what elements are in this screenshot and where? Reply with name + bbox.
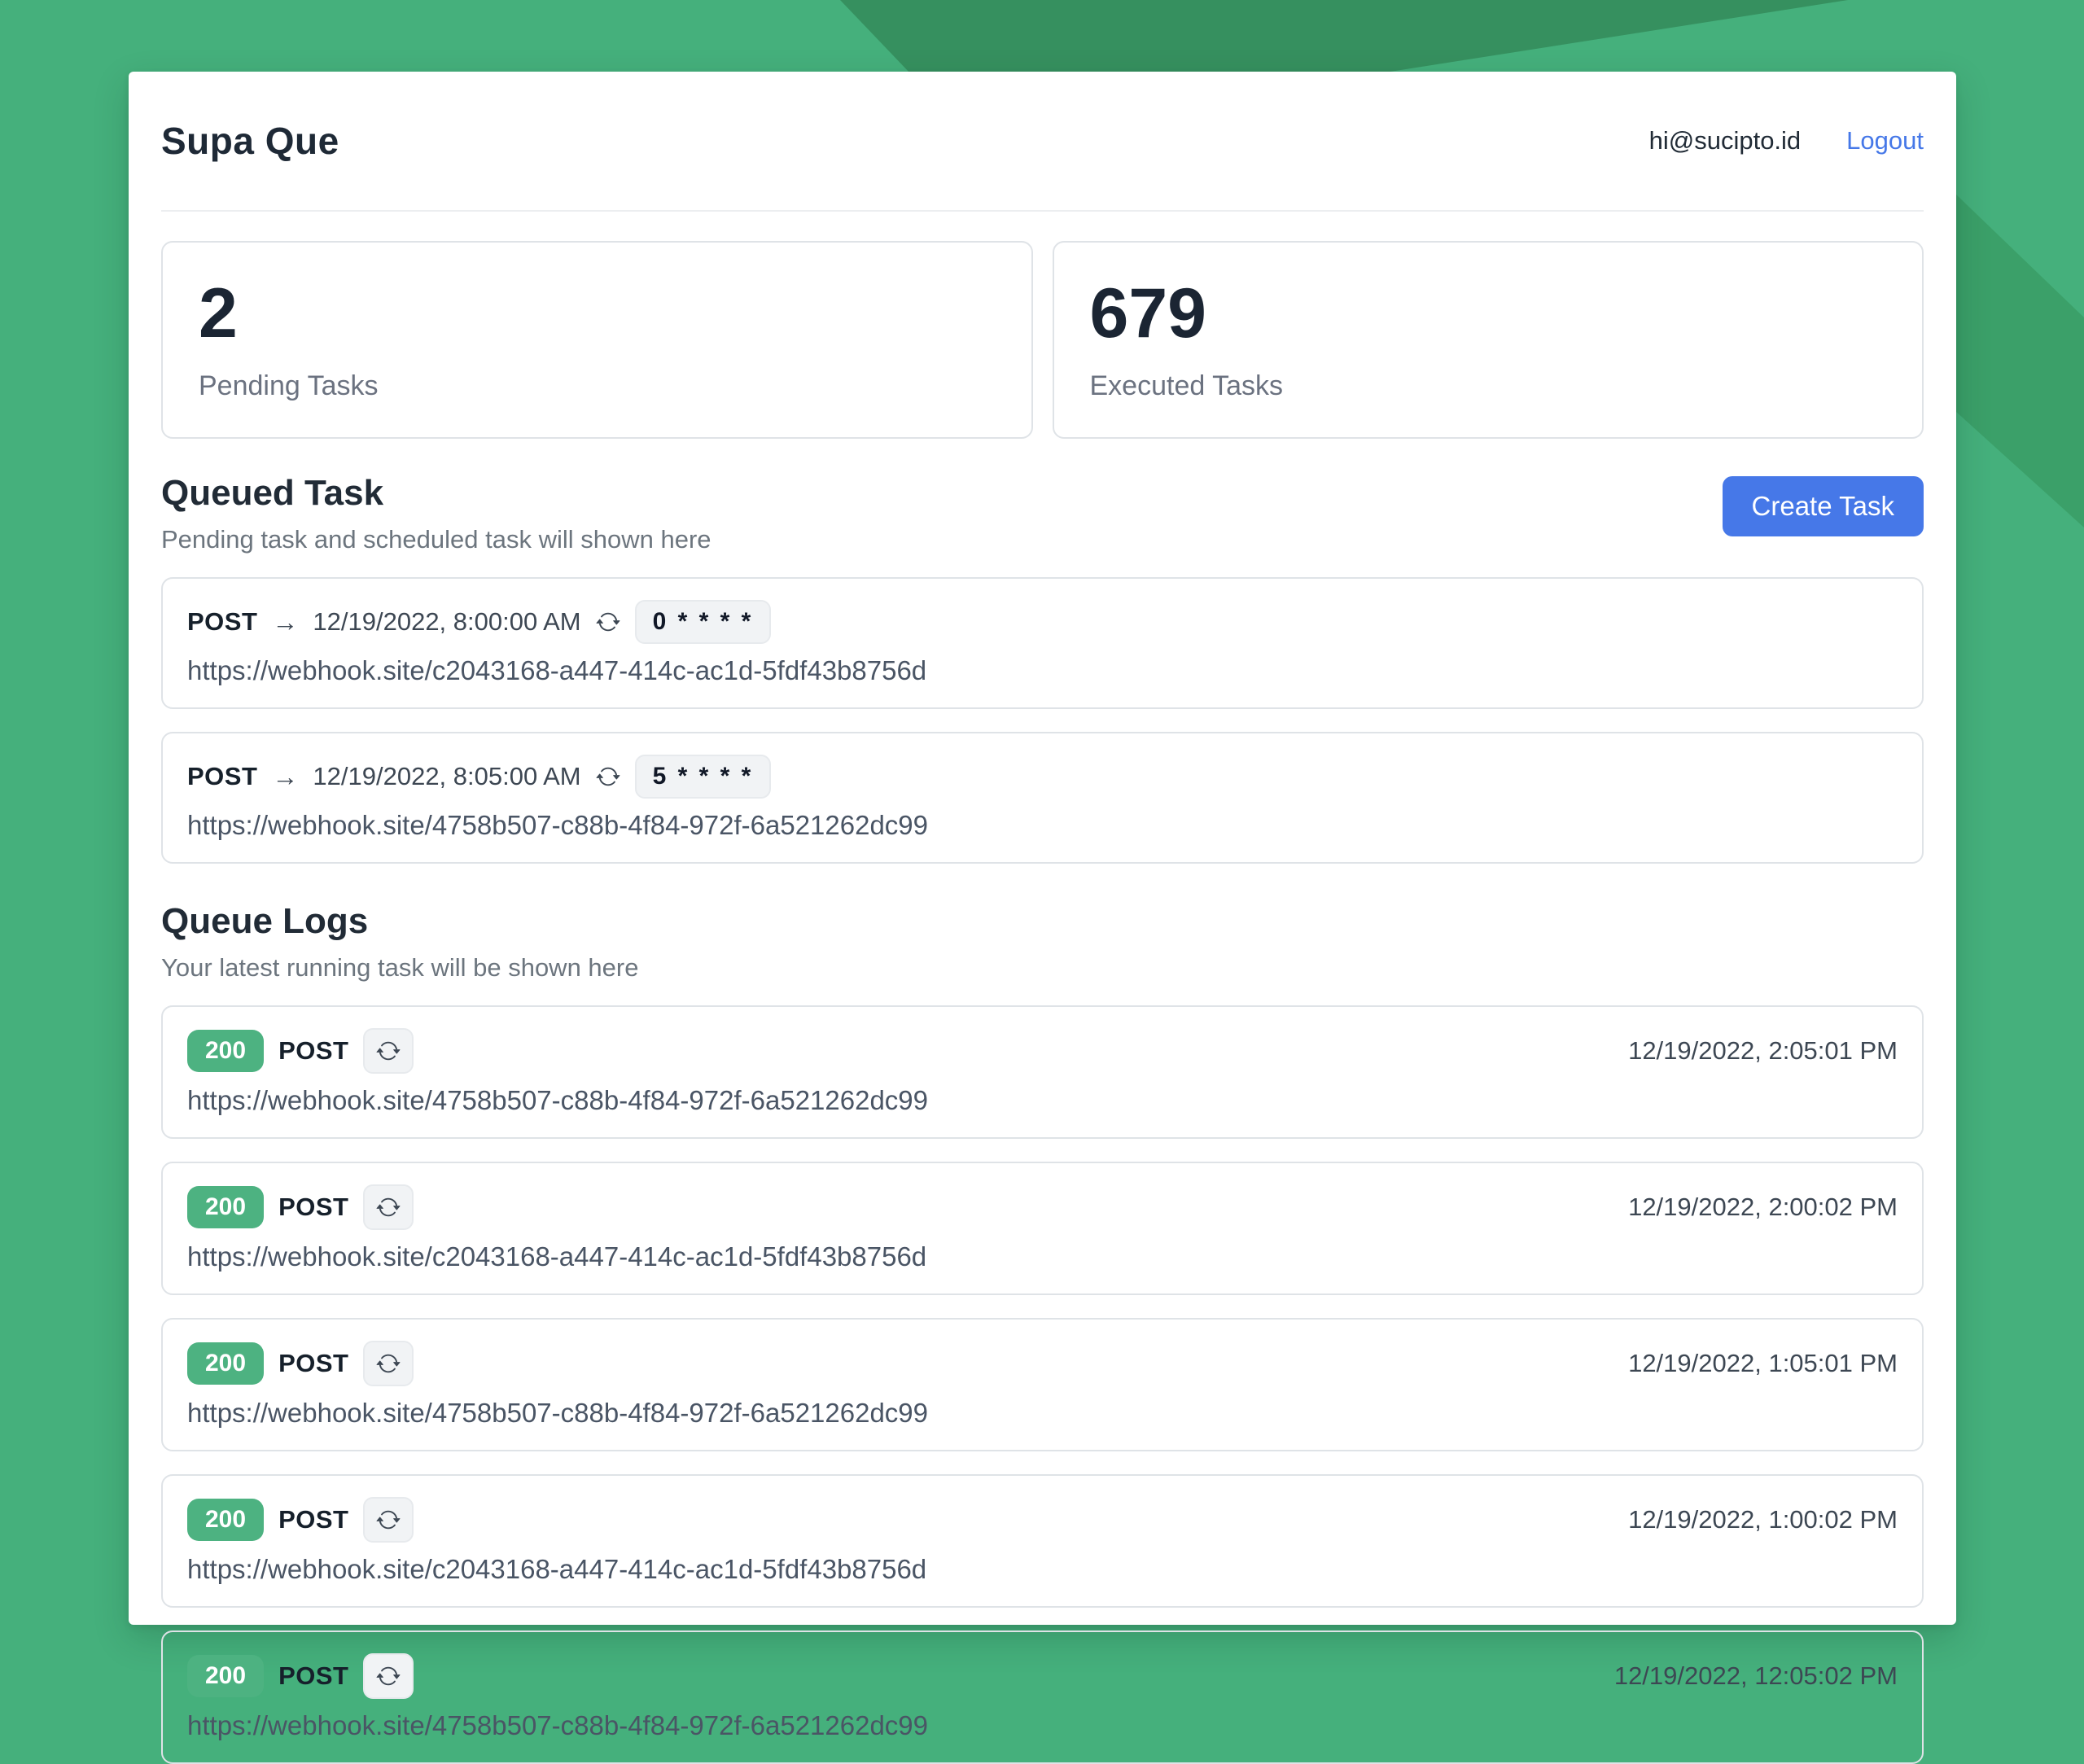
arrow-right-icon: → (272, 762, 298, 792)
status-badge: 200 (187, 1342, 264, 1385)
http-method: POST (278, 1036, 348, 1066)
executed-label: Executed Tasks (1090, 370, 1887, 402)
executed-timestamp: 12/19/2022, 1:05:01 PM (1628, 1349, 1898, 1378)
http-method: POST (278, 1349, 348, 1378)
stat-card-pending: 2 Pending Tasks (161, 241, 1033, 439)
queued-task-row[interactable]: POST → 12/19/2022, 8:05:00 AM 5 * * * * … (161, 732, 1924, 864)
queued-task-list: POST → 12/19/2022, 8:00:00 AM 0 * * * * … (161, 577, 1924, 864)
task-url: https://webhook.site/4758b507-c88b-4f84-… (187, 810, 1898, 841)
queue-logs-title: Queue Logs (161, 901, 638, 942)
repeat-icon (376, 1195, 401, 1219)
repeat-icon (596, 610, 620, 634)
header-right: hi@sucipto.id Logout (1649, 126, 1924, 155)
repeat-chip (363, 1653, 414, 1699)
log-url: https://webhook.site/4758b507-c88b-4f84-… (187, 1710, 1898, 1741)
http-method: POST (278, 1193, 348, 1222)
app-title: Supa Que (161, 119, 339, 163)
queue-logs-heading-block: Queue Logs Your latest running task will… (161, 901, 638, 983)
http-method: POST (278, 1505, 348, 1534)
app-card: Supa Que hi@sucipto.id Logout 2 Pending … (129, 72, 1956, 1625)
log-url: https://webhook.site/c2043168-a447-414c-… (187, 1554, 1898, 1585)
create-task-button[interactable]: Create Task (1723, 476, 1924, 536)
log-row[interactable]: 200 POST 12/19/2022, 2:00:02 PM https://… (161, 1162, 1924, 1295)
logout-link[interactable]: Logout (1846, 126, 1924, 155)
arrow-right-icon: → (272, 607, 298, 637)
http-method: POST (278, 1661, 348, 1691)
log-meta: 200 POST 12/19/2022, 12:05:02 PM (187, 1653, 1898, 1699)
executed-timestamp: 12/19/2022, 1:00:02 PM (1628, 1505, 1898, 1534)
log-meta: 200 POST 12/19/2022, 1:00:02 PM (187, 1497, 1898, 1543)
log-url: https://webhook.site/4758b507-c88b-4f84-… (187, 1398, 1898, 1429)
queue-log-list: 200 POST 12/19/2022, 2:05:01 PM https://… (161, 1005, 1924, 1764)
log-row[interactable]: 200 POST 12/19/2022, 12:05:02 PM https:/… (161, 1630, 1924, 1764)
log-meta: 200 POST 12/19/2022, 2:05:01 PM (187, 1028, 1898, 1074)
log-row[interactable]: 200 POST 12/19/2022, 1:05:01 PM https://… (161, 1318, 1924, 1451)
scheduled-datetime: 12/19/2022, 8:05:00 AM (313, 762, 580, 791)
status-badge: 200 (187, 1030, 264, 1072)
repeat-chip (363, 1497, 414, 1543)
task-url: https://webhook.site/c2043168-a447-414c-… (187, 655, 1898, 686)
repeat-icon (376, 1039, 401, 1063)
queue-logs-header: Queue Logs Your latest running task will… (161, 901, 1924, 983)
status-badge: 200 (187, 1499, 264, 1541)
log-meta: 200 POST 12/19/2022, 2:00:02 PM (187, 1184, 1898, 1230)
queued-task-meta: POST → 12/19/2022, 8:00:00 AM 0 * * * * (187, 600, 1898, 644)
log-meta: 200 POST 12/19/2022, 1:05:01 PM (187, 1341, 1898, 1386)
executed-timestamp: 12/19/2022, 12:05:02 PM (1614, 1661, 1898, 1691)
repeat-icon (376, 1664, 401, 1688)
user-email: hi@sucipto.id (1649, 126, 1802, 155)
executed-timestamp: 12/19/2022, 2:00:02 PM (1628, 1193, 1898, 1222)
http-method: POST (187, 762, 257, 791)
queued-task-row[interactable]: POST → 12/19/2022, 8:00:00 AM 0 * * * * … (161, 577, 1924, 709)
repeat-icon (376, 1351, 401, 1376)
queued-task-heading-block: Queued Task Pending task and scheduled t… (161, 473, 711, 554)
cron-badge: 0 * * * * (635, 600, 772, 644)
log-url: https://webhook.site/c2043168-a447-414c-… (187, 1241, 1898, 1272)
status-badge: 200 (187, 1186, 264, 1228)
log-url: https://webhook.site/4758b507-c88b-4f84-… (187, 1085, 1898, 1116)
repeat-icon (376, 1508, 401, 1532)
queued-task-title: Queued Task (161, 473, 711, 514)
stats-row: 2 Pending Tasks 679 Executed Tasks (161, 241, 1924, 439)
queue-logs-subtitle: Your latest running task will be shown h… (161, 953, 638, 983)
cron-badge: 5 * * * * (635, 755, 772, 799)
http-method: POST (187, 607, 257, 637)
queued-task-meta: POST → 12/19/2022, 8:05:00 AM 5 * * * * (187, 755, 1898, 799)
executed-count: 679 (1090, 275, 1887, 352)
stat-card-executed: 679 Executed Tasks (1053, 241, 1924, 439)
queued-task-header: Queued Task Pending task and scheduled t… (161, 473, 1924, 554)
app-header: Supa Que hi@sucipto.id Logout (161, 72, 1924, 212)
pending-label: Pending Tasks (199, 370, 996, 402)
scheduled-datetime: 12/19/2022, 8:00:00 AM (313, 607, 580, 637)
pending-count: 2 (199, 275, 996, 352)
repeat-chip (363, 1028, 414, 1074)
repeat-chip (363, 1341, 414, 1386)
log-row[interactable]: 200 POST 12/19/2022, 2:05:01 PM https://… (161, 1005, 1924, 1139)
log-row[interactable]: 200 POST 12/19/2022, 1:00:02 PM https://… (161, 1474, 1924, 1608)
queued-task-subtitle: Pending task and scheduled task will sho… (161, 525, 711, 554)
repeat-chip (363, 1184, 414, 1230)
repeat-icon (596, 764, 620, 789)
executed-timestamp: 12/19/2022, 2:05:01 PM (1628, 1036, 1898, 1066)
status-badge: 200 (187, 1655, 264, 1697)
